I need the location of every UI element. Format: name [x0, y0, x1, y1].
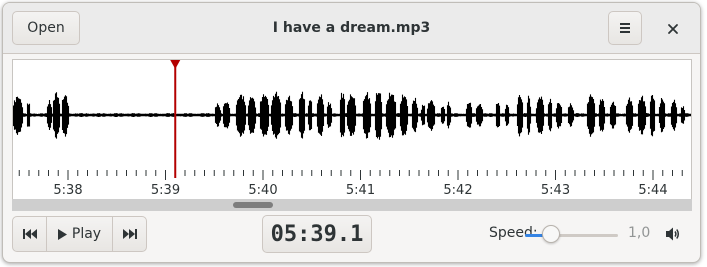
- play-icon: [57, 228, 67, 240]
- open-button[interactable]: Open: [12, 11, 80, 45]
- transport-buttons: Play: [12, 216, 147, 252]
- timeline-ticks: [18, 170, 683, 180]
- waveform-view[interactable]: 5:38 5:39 5:40 5:41 5:42 5:43 5:44: [12, 59, 692, 209]
- play-button[interactable]: Play: [47, 217, 113, 251]
- waveform[interactable]: 5:38 5:39 5:40 5:41 5:42 5:43 5:44: [13, 60, 692, 209]
- window-title: I have a dream.mp3: [272, 20, 431, 36]
- scrollbar-thumb[interactable]: [233, 202, 273, 208]
- close-icon: [668, 24, 678, 34]
- skip-forward-button[interactable]: [113, 217, 146, 251]
- volume-button[interactable]: [664, 225, 682, 243]
- playhead-marker[interactable]: [170, 60, 181, 69]
- time-label: 5:43: [541, 183, 570, 198]
- volume-high-icon: [666, 227, 680, 241]
- horizontal-scrollbar[interactable]: [12, 199, 692, 211]
- time-label: 5:41: [346, 183, 375, 198]
- time-label: 5:39: [151, 183, 180, 198]
- time-label: 5:38: [53, 183, 82, 198]
- skip-forward-icon: [122, 229, 137, 239]
- header-bar: Open I have a dream.mp3: [3, 3, 700, 54]
- skip-backward-icon: [22, 229, 37, 239]
- timeline-labels: 5:38 5:39 5:40 5:41 5:42 5:43 5:44: [53, 183, 667, 198]
- playback-controls: Play 05:39.1 Speed: 1,0: [3, 211, 700, 262]
- play-label: Play: [71, 226, 102, 242]
- speed-label: Speed:: [489, 225, 538, 241]
- time-label: 5:42: [443, 183, 472, 198]
- app-window: Open I have a dream.mp3 5:38 5:39 5:40 5:41…: [2, 2, 701, 263]
- time-label: 5:40: [248, 183, 277, 198]
- hamburger-menu-icon: [620, 23, 630, 33]
- speed-slider-knob[interactable]: [541, 225, 560, 243]
- waveform-bars: [13, 91, 691, 140]
- time-label: 5:44: [638, 183, 667, 198]
- speed-slider[interactable]: [525, 234, 618, 237]
- playhead[interactable]: [170, 60, 181, 178]
- skip-backward-button[interactable]: [13, 217, 47, 251]
- close-button[interactable]: [659, 15, 687, 43]
- waveform-path: [13, 91, 691, 140]
- speed-value: 1,0: [628, 225, 651, 241]
- current-time-display: 05:39.1: [262, 215, 372, 253]
- menu-button[interactable]: [608, 11, 642, 45]
